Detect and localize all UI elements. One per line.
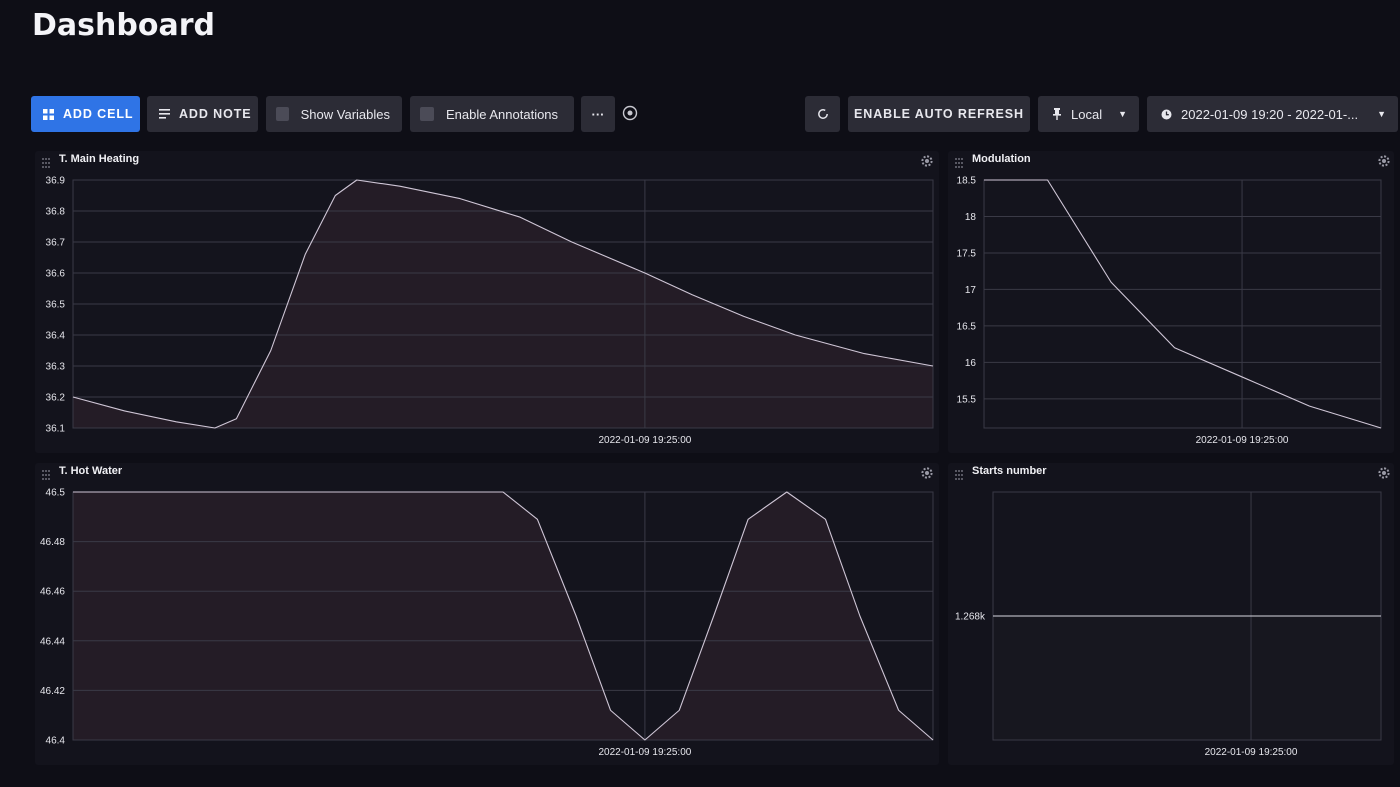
- cell-modulation: Modulation 18.5 18 17.5 17 16.5 16 15.5 2022-01…: [948, 151, 1394, 453]
- add-cell-label: ADD CELL: [63, 107, 134, 121]
- y-tick-label: 36.3: [46, 362, 66, 373]
- show-variables-label: Show Variables: [300, 106, 390, 122]
- cell-main-heating: T. Main Heating 36.9 36.8 36.7 36.6 36.5 36.4…: [35, 151, 939, 453]
- auto-refresh-label: ENABLE AUTO REFRESH: [854, 107, 1024, 121]
- time-range-value: 2022-01-09 19:20 - 2022-01-...: [1181, 106, 1359, 122]
- show-variables-checkbox[interactable]: [276, 107, 289, 121]
- y-tick-label: 36.9: [46, 176, 66, 187]
- plot-area: [984, 180, 1381, 428]
- y-tick-label: 36.5: [46, 300, 66, 311]
- y-tick-label: 16.5: [957, 321, 977, 332]
- show-variables-toggle[interactable]: Show Variables: [266, 96, 402, 132]
- y-tick-label: 46.44: [40, 636, 65, 647]
- time-range-dropdown[interactable]: 2022-01-09 19:20 - 2022-01-... ▼: [1147, 96, 1398, 132]
- y-tick-label: 46.4: [46, 736, 66, 747]
- y-tick-label: 18.5: [957, 176, 977, 187]
- modulation-chart: 18.5 18 17.5 17 16.5 16 15.5 2022-01-09 19:25:0…: [957, 176, 1382, 446]
- more-dots-icon: ···: [591, 106, 605, 122]
- chevron-down-icon: ▼: [1118, 109, 1127, 119]
- main-heating-chart: 36.9 36.8 36.7 36.6 36.5 36.4 36.3 36.2 36.1 2022…: [46, 176, 934, 446]
- y-tick-label: 46.5: [46, 488, 66, 499]
- y-tick-label: 36.1: [46, 424, 66, 435]
- more-options-button[interactable]: ···: [581, 96, 615, 132]
- grid-plus-icon: [43, 107, 54, 121]
- chevron-down-icon: ▼: [1377, 109, 1386, 119]
- y-tick-label: 17: [965, 285, 977, 296]
- x-tick-label: 2022-01-09 19:25:00: [598, 747, 691, 758]
- add-note-label: ADD NOTE: [179, 107, 252, 121]
- timezone-value: Local: [1071, 106, 1103, 122]
- page-title: Dashboard: [32, 8, 215, 43]
- add-note-button[interactable]: ADD NOTE: [147, 96, 258, 132]
- y-tick-label: 17.5: [957, 248, 977, 259]
- y-tick-label: 16: [965, 358, 977, 369]
- y-tick-label: 1.268k: [955, 612, 986, 623]
- enable-annotations-checkbox[interactable]: [420, 107, 434, 121]
- x-tick-label: 2022-01-09 19:25:00: [1196, 435, 1289, 446]
- dashboard-toolbar: ADD CELL ADD NOTE Show Variables Enable …: [0, 96, 1400, 132]
- y-tick-label: 36.4: [46, 331, 66, 342]
- pin-icon: [1050, 107, 1064, 121]
- y-tick-label: 46.42: [40, 686, 65, 697]
- y-tick-label: 36.8: [46, 207, 66, 218]
- presentation-mode-icon[interactable]: [622, 105, 638, 121]
- y-tick-label: 36.2: [46, 393, 66, 404]
- add-cell-button[interactable]: ADD CELL: [31, 96, 140, 132]
- enable-annotations-label: Enable Annotations: [446, 106, 559, 122]
- clock-icon: [1159, 107, 1173, 121]
- cell-hot-water: T. Hot Water 46.5 46.48 46.46 46.44 46.42 46.…: [35, 463, 939, 765]
- x-tick-label: 2022-01-09 19:25:00: [1205, 747, 1298, 758]
- series-area: [993, 616, 1381, 740]
- y-tick-label: 36.6: [46, 269, 66, 280]
- cell-starts-number: Starts number 1.268k 2022-01-09 19:25:00: [948, 463, 1394, 765]
- note-lines-icon: [159, 107, 170, 121]
- x-tick-label: 2022-01-09 19:25:00: [598, 435, 691, 446]
- y-tick-label: 46.46: [40, 587, 65, 598]
- refresh-button[interactable]: [805, 96, 840, 132]
- series-area: [73, 492, 933, 740]
- hot-water-chart: 46.5 46.48 46.46 46.44 46.42 46.4 2022-01-09 1…: [40, 488, 934, 758]
- y-tick-label: 18: [965, 212, 977, 223]
- y-tick-label: 36.7: [46, 238, 66, 249]
- starts-number-chart: 1.268k 2022-01-09 19:25:00: [955, 491, 1382, 758]
- enable-annotations-toggle[interactable]: Enable Annotations: [410, 96, 574, 132]
- y-tick-label: 46.48: [40, 537, 65, 548]
- timezone-dropdown[interactable]: Local ▼: [1038, 96, 1139, 132]
- refresh-icon: [817, 108, 829, 120]
- enable-auto-refresh-button[interactable]: ENABLE AUTO REFRESH: [848, 96, 1030, 132]
- y-tick-label: 15.5: [957, 394, 977, 405]
